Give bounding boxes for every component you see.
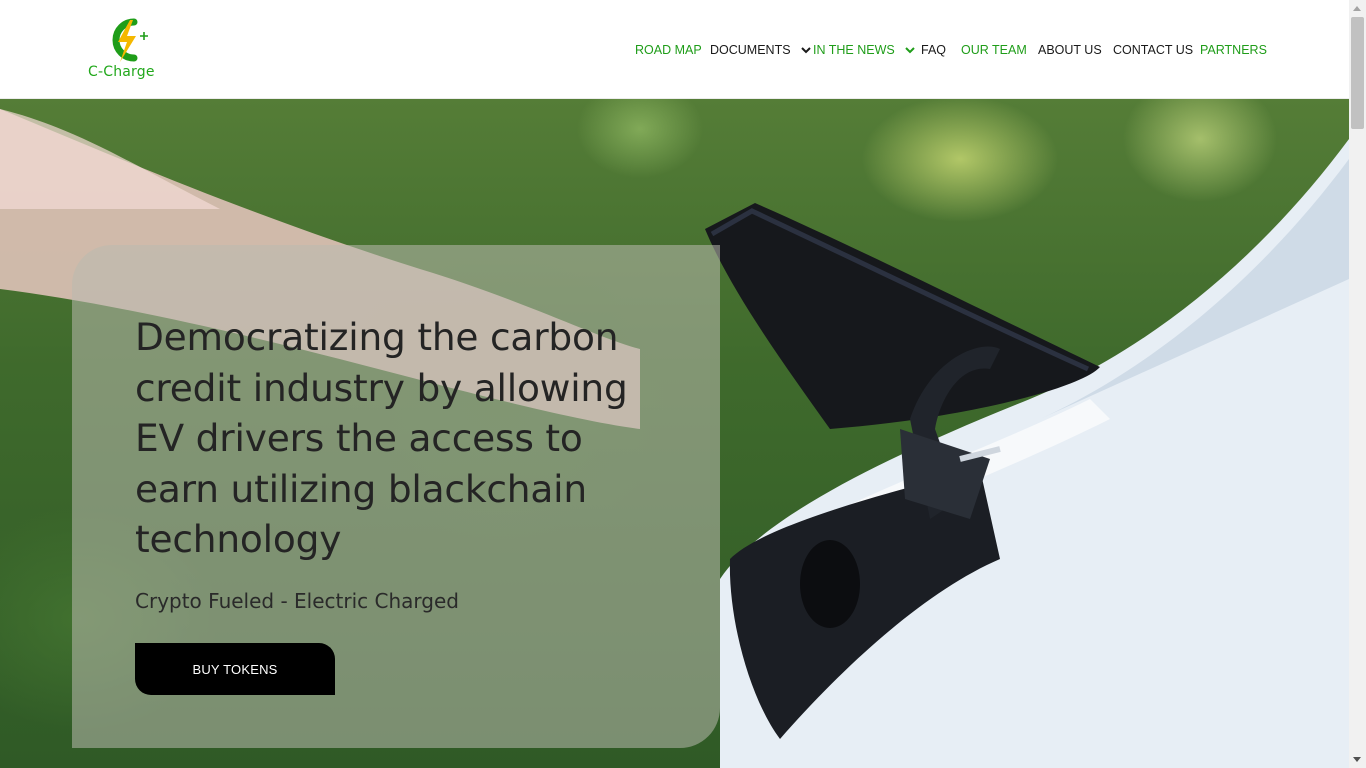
- chevron-down-icon: [905, 46, 915, 53]
- hero-card: Democratizing the carbon credit industry…: [72, 245, 720, 748]
- buy-tokens-button[interactable]: BUY TOKENS: [135, 643, 335, 695]
- nav-documents[interactable]: DOCUMENTS: [710, 41, 811, 59]
- chevron-down-icon: [800, 46, 811, 53]
- scroll-down-arrow-icon[interactable]: [1353, 757, 1361, 762]
- nav-road-map[interactable]: ROAD MAP: [635, 41, 702, 59]
- nav-in-the-news[interactable]: IN THE NEWS: [813, 41, 915, 59]
- nav-partners[interactable]: PARTNERS: [1200, 41, 1267, 59]
- page-scrollbar[interactable]: [1349, 0, 1366, 768]
- logo-wordmark: C-Charge: [88, 64, 155, 80]
- scrollbar-thumb[interactable]: [1351, 17, 1364, 129]
- hero-subline: Crypto Fueled - Electric Charged: [135, 589, 459, 613]
- hero-section: Democratizing the carbon credit industry…: [0, 99, 1349, 768]
- nav-our-team[interactable]: OUR TEAM: [961, 41, 1027, 59]
- nav-contact-us[interactable]: CONTACT US: [1113, 41, 1193, 59]
- hero-headline: Democratizing the carbon credit industry…: [135, 315, 628, 561]
- nav-about-us[interactable]: ABOUT US: [1038, 41, 1102, 59]
- main-navigation: ROAD MAP DOCUMENTS IN THE NEWS FAQ OUR T…: [0, 41, 1349, 59]
- nav-faq[interactable]: FAQ: [921, 41, 946, 59]
- site-header: C-Charge ROAD MAP DOCUMENTS IN THE NEWS …: [0, 0, 1349, 99]
- scroll-up-arrow-icon[interactable]: [1353, 6, 1361, 11]
